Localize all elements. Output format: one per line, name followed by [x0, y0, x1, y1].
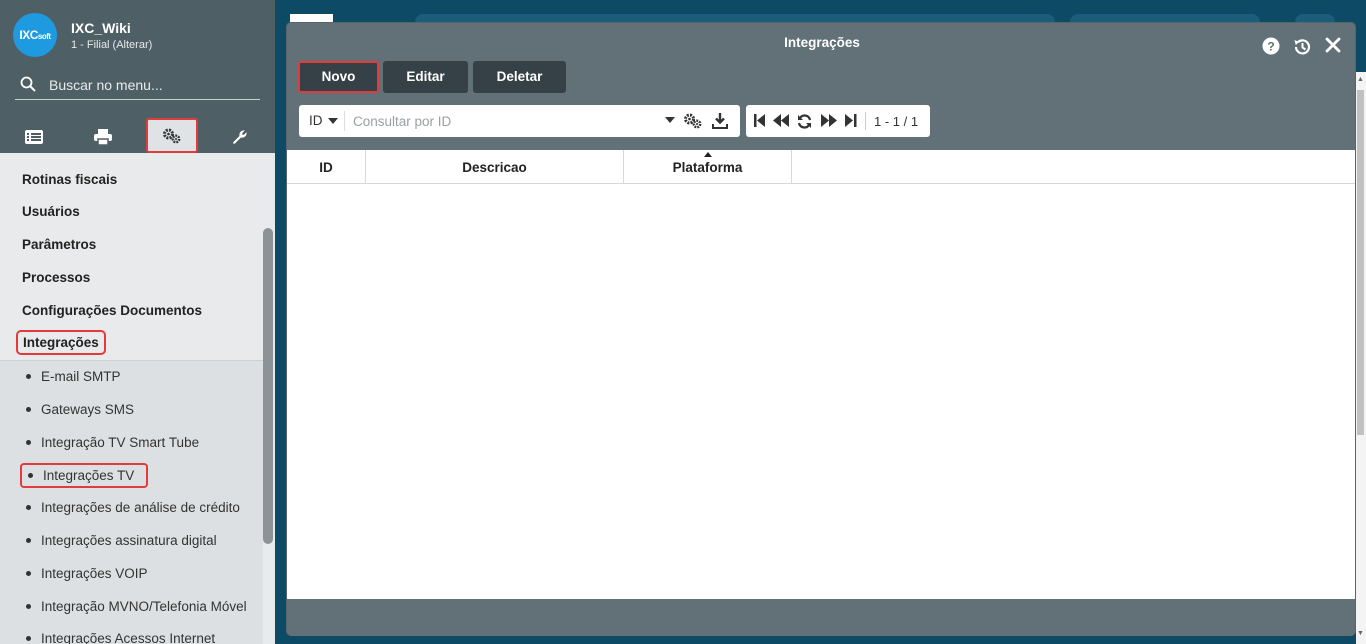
column-header-plataforma[interactable]: Plataforma: [624, 150, 792, 184]
search-field-label: ID: [309, 113, 323, 128]
submenu-item-integracoes-tv[interactable]: Integrações TV: [20, 463, 149, 488]
search-bar: ID: [299, 105, 740, 137]
help-button[interactable]: ?: [1262, 37, 1280, 55]
search-input[interactable]: [353, 111, 658, 131]
data-table: ID Descricao Plataforma: [287, 150, 1355, 599]
submenu-item-label: Integrações assinatura digital: [41, 533, 217, 548]
previous-page-icon[interactable]: [773, 114, 789, 127]
window-title: Integrações: [784, 35, 860, 50]
column-header-label: Plataforma: [672, 159, 743, 175]
submenu-item-email-smtp[interactable]: E-mail SMTP: [26, 369, 121, 384]
submenu-item-gateways-sms[interactable]: Gateways SMS: [26, 402, 134, 417]
logo-text: IXC: [19, 28, 38, 42]
printer-icon: [94, 129, 112, 145]
caret-down-icon[interactable]: [665, 117, 675, 123]
new-button[interactable]: Novo: [298, 61, 379, 93]
company-logo[interactable]: IXC soft: [13, 13, 57, 57]
menu-search: [15, 70, 260, 100]
column-header-id[interactable]: ID: [287, 150, 366, 184]
submenu-item-label: Integrações Acessos Internet: [41, 631, 216, 644]
bullet-icon: [28, 473, 33, 478]
menu-group-configuracoes-documentos[interactable]: Configurações Documentos: [22, 303, 202, 318]
submenu-item-assinatura-digital[interactable]: Integrações assinatura digital: [26, 533, 217, 548]
first-page-icon[interactable]: [754, 114, 766, 127]
submenu-item-label: Integrações de análise de crédito: [41, 500, 240, 515]
page-range: 1 - 1 / 1: [874, 114, 919, 129]
sort-ascending-icon: [703, 152, 712, 157]
divider: [865, 112, 866, 130]
sidebar-header: IXC soft IXC_Wiki 1 - Filial (Alterar): [0, 0, 275, 153]
page-scroll-thumb[interactable]: [1357, 90, 1364, 435]
background-tab-active[interactable]: [290, 14, 333, 22]
close-button[interactable]: [1325, 37, 1341, 53]
page-scrollbar[interactable]: ▲ ▼: [1356, 72, 1366, 644]
caret-down-icon: [327, 117, 338, 124]
bullet-icon: [26, 571, 31, 576]
logo-small-text: soft: [37, 32, 51, 41]
bullet-icon: [26, 604, 31, 609]
column-header-descricao[interactable]: Descricao: [366, 150, 624, 184]
divider: [344, 111, 345, 131]
search-field-select[interactable]: ID: [309, 113, 338, 128]
menu-group-usuarios[interactable]: Usuários: [22, 204, 80, 219]
next-page-icon[interactable]: [821, 114, 837, 127]
scroll-down-icon[interactable]: ▼: [1357, 630, 1364, 637]
submenu-item-analise-credito[interactable]: Integrações de análise de crédito: [26, 500, 240, 515]
tab-list[interactable]: [9, 121, 59, 153]
menu-group-rotinas-fiscais[interactable]: Rotinas fiscais: [22, 172, 117, 187]
menu-group-processos[interactable]: Processos: [22, 270, 90, 285]
submenu-item-tv-smart-tube[interactable]: Integração TV Smart Tube: [26, 435, 199, 450]
last-page-icon[interactable]: [845, 114, 857, 127]
gears-icon[interactable]: [683, 113, 703, 129]
history-icon: [1294, 39, 1311, 55]
background-tab[interactable]: [1295, 14, 1335, 22]
tab-settings[interactable]: [146, 118, 198, 153]
scroll-up-icon[interactable]: ▲: [1357, 76, 1364, 83]
tab-tools[interactable]: [215, 121, 265, 153]
gears-icon: [163, 128, 181, 143]
app-title: IXC_Wiki: [71, 20, 131, 36]
bullet-icon: [26, 538, 31, 543]
menu-group-integracoes[interactable]: Integrações: [16, 330, 106, 355]
download-icon[interactable]: [712, 113, 728, 129]
submenu-item-label: Gateways SMS: [41, 402, 135, 417]
sidebar-scrollbar[interactable]: [263, 228, 273, 544]
submenu-item-label: Integrações TV: [43, 468, 135, 483]
tab-print[interactable]: [78, 121, 128, 153]
submenu-item-voip[interactable]: Integrações VOIP: [26, 566, 148, 581]
list-icon: [25, 130, 43, 144]
background-tab[interactable]: [415, 14, 1055, 22]
submenu-item-acessos-internet[interactable]: Integrações Acessos Internet: [26, 631, 215, 644]
submenu-item-mvno[interactable]: Integração MVNO/Telefonia Móvel: [26, 599, 247, 614]
menu-group-parametros[interactable]: Parâmetros: [22, 237, 96, 252]
menu-search-input[interactable]: [49, 75, 254, 95]
bullet-icon: [26, 407, 31, 412]
background-tab[interactable]: [1070, 14, 1260, 22]
history-button[interactable]: [1292, 37, 1312, 57]
window-footer: [287, 599, 1355, 636]
pagination: 1 - 1 / 1: [746, 105, 930, 137]
wrench-icon: [233, 130, 247, 144]
bullet-icon: [26, 440, 31, 445]
delete-button[interactable]: Deletar: [473, 61, 566, 93]
refresh-icon[interactable]: [797, 114, 812, 129]
edit-button[interactable]: Editar: [383, 61, 468, 93]
bullet-icon: [26, 374, 31, 379]
close-icon: [1325, 37, 1341, 53]
submenu-item-label: Integrações VOIP: [41, 566, 148, 581]
submenu-item-label: E-mail SMTP: [41, 369, 121, 384]
svg-text:?: ?: [1267, 40, 1274, 54]
sidebar: IXC soft IXC_Wiki 1 - Filial (Alterar) B…: [0, 0, 275, 644]
submenu-item-label: Integração TV Smart Tube: [41, 435, 200, 450]
branch-selector[interactable]: 1 - Filial (Alterar): [71, 39, 152, 51]
column-header-label: Descricao: [462, 159, 527, 175]
table-header: ID Descricao Plataforma: [287, 150, 1355, 184]
submenu-item-label: Integração MVNO/Telefonia Móvel: [41, 599, 247, 614]
bullet-icon: [26, 636, 31, 641]
column-header-label: ID: [319, 159, 333, 175]
integracoes-window: Integrações ? Novo Editar Deletar ID Con…: [286, 22, 1356, 636]
help-icon: ?: [1262, 37, 1280, 55]
bullet-icon: [26, 505, 31, 510]
search-icon: [20, 76, 36, 92]
